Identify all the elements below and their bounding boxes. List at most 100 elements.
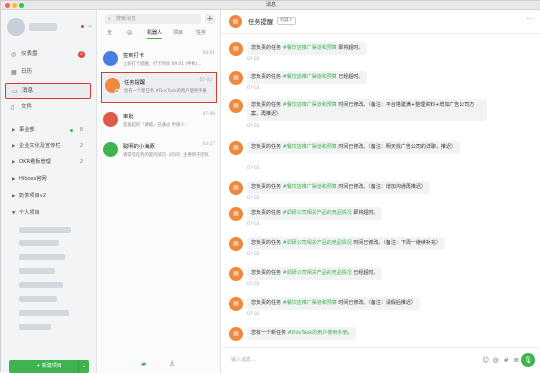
task-link[interactable]: #餐饮店推广渠道和预算	[283, 102, 337, 108]
blurred-project-item[interactable]	[19, 240, 59, 246]
task-link[interactable]: #DocTask的用户使用手册	[288, 330, 348, 336]
message-bubble: 您负责的任务 #餐饮店推广渠道和预算 时间已修改。（备注：请假后推迟）	[247, 297, 420, 310]
tab-bot[interactable]: 机器人	[147, 29, 163, 39]
message-composer[interactable]: 输入消息... ☺ @ # ⊕ 🎙	[221, 347, 540, 373]
conversation-preview: 请常见任务的提问技巧（问问）主要用于团队	[123, 153, 209, 158]
conversation-title: 任务提醒	[124, 80, 146, 86]
message-time: 07-02	[247, 282, 260, 287]
blurred-project-item[interactable]	[19, 268, 55, 274]
message-bubble: 您负责的任务 #调研公司相关产品的竞品情况 已经超时。	[247, 267, 383, 280]
caret-right-icon[interactable]: ▶	[12, 141, 15, 152]
chevron-down-icon[interactable]: ⌄	[78, 360, 89, 373]
message-icon: ▭	[12, 88, 18, 95]
group-count: 2	[79, 143, 83, 149]
task-link[interactable]: #餐饮店推广渠道和预算	[283, 74, 337, 80]
emoji-icon[interactable]: ☺	[482, 356, 489, 364]
chevron-down-icon[interactable]: ⌄	[87, 21, 93, 29]
blurred-project-item[interactable]	[19, 254, 65, 260]
task-reminder-icon: ▤	[229, 327, 243, 341]
message-text: 。	[347, 330, 353, 336]
dashboard-icon: ◎	[11, 51, 17, 58]
message-text: 您负责的任务	[251, 102, 283, 108]
unread-badge: 2	[78, 51, 85, 58]
sidebar-item-calendar[interactable]: ▦ 日历	[5, 66, 91, 79]
search-input[interactable]: ⌕ 搜索消息	[105, 14, 201, 24]
add-icon[interactable]: ⊕	[514, 356, 519, 364]
more-icon[interactable]: ···	[526, 15, 533, 23]
sidebar-item-files[interactable]: ▯ 文件	[5, 101, 91, 114]
project-group[interactable]: ▶ 企业文化及宣传栏 2	[5, 141, 91, 152]
message-text: 您负责的任务	[251, 74, 283, 80]
task-link[interactable]: #餐饮店推广渠道和预算	[283, 144, 337, 150]
conversation-title: 聪明的小海豚	[123, 144, 155, 150]
sidebar-item-messages[interactable]: ▭ 消息	[5, 83, 91, 99]
task-link[interactable]: #调研公司相关产品的竞品情况	[283, 240, 352, 246]
message-text: 您负责的任务	[251, 300, 283, 306]
search-placeholder: 搜索消息	[116, 16, 137, 22]
task-reminder-icon: ▤	[229, 237, 243, 251]
group-label: Hiboss官网	[19, 176, 47, 182]
app-window: 消息 ⌄ ◎ 仪表盘 2 ▦ 日历 ▭ 消息 ▯ 文件 ▶ 事业部 8 ▶ 企业…	[0, 0, 540, 373]
online-dot	[70, 129, 73, 132]
tab-all[interactable]: 全	[107, 29, 112, 38]
conversation-date: 07-02	[199, 78, 213, 83]
blurred-project-item[interactable]	[19, 310, 69, 316]
project-group[interactable]: ▶ 事业部 8	[5, 125, 91, 136]
task-link[interactable]: #餐饮店推广渠道和预算	[283, 45, 337, 51]
blurred-project-item[interactable]	[19, 296, 57, 302]
chat-bubble-icon[interactable]: ▰	[141, 360, 146, 368]
message-bubble: 您负责的任务 #餐饮店推广渠道和预算 时间已修改。（备注：明天找广告公司的详聊，…	[247, 141, 460, 154]
conversation-date: 04-27	[202, 142, 216, 147]
message-input[interactable]: 输入消息...	[231, 356, 256, 363]
conversation-preview: 您发起的「请假」已通过 申请人：	[123, 123, 189, 128]
blurred-project-item[interactable]	[19, 324, 51, 330]
conversation-preview: 您有一个新任务 #DocTask的用户使用手册	[124, 89, 207, 94]
blurred-project-item[interactable]	[19, 282, 63, 288]
user-profile[interactable]: ⌄	[7, 18, 93, 36]
at-icon[interactable]: @	[493, 356, 500, 364]
caret-right-icon[interactable]: ▶	[12, 157, 15, 168]
calendar-icon: ▦	[11, 69, 17, 76]
message-time: 07-02	[247, 124, 260, 129]
task-link[interactable]: #调研公司相关产品的竞品情况	[283, 210, 352, 216]
project-group[interactable]: ▶ Hiboss官网	[5, 174, 91, 185]
notification-dot	[81, 25, 84, 28]
add-button[interactable]: +	[205, 14, 215, 24]
caret-down-icon[interactable]: ▼	[12, 208, 15, 219]
hash-icon[interactable]: #	[504, 356, 509, 364]
tab-project[interactable]: 项目	[173, 29, 183, 38]
tab-task[interactable]: 任务	[196, 29, 206, 38]
message-text: 时间已修改。（备注：请假后推迟）	[336, 300, 416, 306]
list-footer: ▰ ♙	[97, 356, 221, 373]
task-link[interactable]: #餐饮店推广渠道和预算	[283, 184, 337, 190]
file-icon: ▯	[11, 104, 15, 111]
group-count: 2	[79, 159, 83, 165]
task-link[interactable]: #餐饮店推广渠道和预算	[283, 300, 337, 306]
task-reminder-icon: ▤	[229, 141, 243, 155]
blurred-project-item[interactable]	[19, 227, 71, 233]
sidebar-item-label: 文件	[21, 104, 33, 110]
caret-right-icon[interactable]: ▶	[12, 174, 15, 185]
project-group[interactable]: ▼ 个人项目	[5, 208, 91, 219]
conversation-item-dolphin-bot[interactable]: 聪明的小海豚 请常见任务的提问技巧（问问）主要用于团队 04-27	[97, 137, 221, 169]
conversation-item-approval[interactable]: 审批 您发起的「请假」已通过 申请人： 07-08	[97, 107, 221, 139]
project-group[interactable]: ▶ 奶茶项目v2	[5, 191, 91, 202]
group-label: 奶茶项目v2	[19, 193, 47, 199]
message-bubble: 您负责的任务 #调研公司相关产品的竞品情况 时间已修改。（备注：下周一继续补充）	[247, 237, 445, 250]
conversation-list: ⌕ 搜索消息 + 全 @ 机器人 项目 任务 签到打卡 上班打卡提醒，打卡时间 …	[97, 10, 221, 373]
message-bubble: 您负责的任务 #餐饮店推广渠道和预算 即将超时。	[247, 42, 368, 55]
title-bar: 消息	[1, 1, 540, 10]
sidebar-item-label: 日历	[21, 69, 33, 75]
tab-mention[interactable]: @	[127, 29, 132, 38]
contacts-icon[interactable]: ♙	[169, 360, 175, 368]
avatar[interactable]	[7, 18, 25, 36]
sidebar-item-dashboard[interactable]: ◎ 仪表盘 2	[5, 48, 91, 61]
task-link[interactable]: #调研公司相关产品的竞品情况	[283, 270, 352, 276]
message-bubble: 您有一个新任务 #DocTask的用户使用手册。	[247, 327, 357, 340]
new-project-button[interactable]: + 新建项目 ⌄	[9, 360, 89, 373]
voice-button[interactable]: 🎙	[521, 353, 535, 367]
conversation-item-task-reminder[interactable]: 任务提醒 您有一个新任务 #DocTask的用户使用手册 07-02	[101, 72, 217, 103]
project-group[interactable]: ▶ OKR看板管理 2	[5, 157, 91, 168]
caret-right-icon[interactable]: ▶	[12, 191, 15, 202]
caret-right-icon[interactable]: ▶	[12, 125, 15, 136]
